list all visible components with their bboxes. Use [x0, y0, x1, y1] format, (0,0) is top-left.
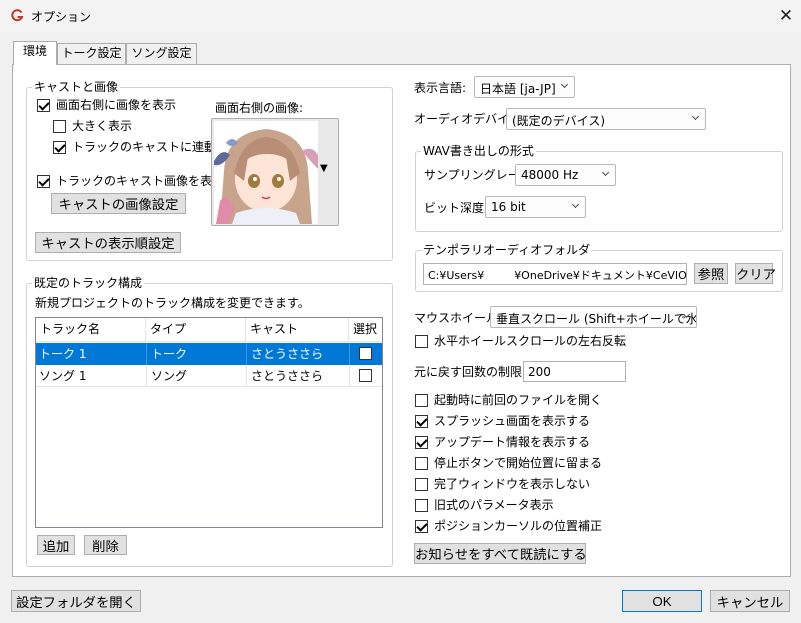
position-cursor-correction-checkbox[interactable]: [415, 520, 428, 533]
display-language-label: 表示言語:: [414, 81, 467, 95]
legacy-parameter-display-checkbox[interactable]: [415, 499, 428, 512]
temp-folder-path-rest: ¥OneDrive¥ドキュメント¥CeVIO¥Ai: [514, 269, 687, 282]
show-large-checkbox[interactable]: [53, 120, 66, 133]
position-cursor-correction-label: ポジションカーソルの位置補正: [434, 519, 603, 533]
mark-all-read-button[interactable]: お知らせをすべて既読にする: [414, 543, 587, 564]
open-last-file-checkbox[interactable]: [415, 394, 428, 407]
show-update-info-label: アップデート情報を表示する: [434, 435, 591, 449]
track-cast-cell: さとうささら: [251, 369, 324, 383]
display-language-select[interactable]: 日本語 [ja-JP]: [474, 76, 575, 98]
table-row[interactable]: ソング 1 ソング さとうささら: [36, 365, 382, 387]
track-select-checkbox[interactable]: [359, 369, 372, 382]
column-cast[interactable]: キャスト: [246, 318, 349, 342]
mouse-wheel-value: 垂直スクロール (Shift+ホイールで水平): [496, 312, 697, 326]
track-table-header: トラック名 タイプ キャスト 選択: [36, 318, 382, 342]
default-tracks-group-title: 既定のトラック構成: [32, 276, 145, 290]
chevron-down-icon: [691, 112, 700, 121]
show-update-info-checkbox[interactable]: [415, 436, 428, 449]
tab-environment[interactable]: 環境: [13, 41, 57, 65]
track-name-cell: ソング 1: [39, 369, 87, 383]
ok-button[interactable]: OK: [622, 590, 702, 612]
show-track-cast-image-label: トラックのキャスト画像を表示: [56, 174, 225, 188]
clear-folder-button[interactable]: クリア: [735, 263, 776, 284]
column-select[interactable]: 選択: [349, 318, 382, 342]
window-title: オプション: [31, 10, 92, 24]
bit-depth-value: 16 bit: [491, 200, 526, 214]
chevron-down-icon: [571, 200, 580, 209]
link-track-cast-checkbox[interactable]: [53, 141, 66, 154]
chevron-down-icon: [560, 80, 569, 89]
hide-complete-window-label: 完了ウィンドウを表示しない: [434, 477, 591, 491]
stay-at-start-label: 停止ボタンで開始位置に留まる: [434, 456, 603, 470]
show-track-cast-image-checkbox[interactable]: [37, 175, 50, 188]
temp-folder-group-title: テンポラリオーディオフォルダ: [421, 243, 593, 257]
hide-complete-window-checkbox[interactable]: [415, 478, 428, 491]
delete-track-button[interactable]: 削除: [84, 535, 127, 555]
show-splash-label: スプラッシュ画面を表示する: [434, 414, 591, 428]
tab-song-settings[interactable]: ソング設定: [126, 43, 197, 64]
show-image-right-checkbox[interactable]: [37, 99, 50, 112]
cancel-button[interactable]: キャンセル: [710, 590, 790, 612]
mouse-wheel-select[interactable]: 垂直スクロール (Shift+ホイールで水平): [490, 306, 697, 328]
sampling-rate-select[interactable]: 48000 Hz: [515, 164, 616, 186]
bit-depth-select[interactable]: 16 bit: [485, 196, 586, 218]
bit-depth-label: ビット深度:: [424, 201, 489, 215]
image-dropdown-arrow-icon[interactable]: ▼: [320, 163, 328, 174]
cast-portrait-image: [214, 121, 318, 224]
temp-folder-path-input[interactable]: C:¥Users¥ ¥OneDrive¥ドキュメント¥CeVIO¥Ai: [423, 263, 687, 285]
display-language-value: 日本語 [ja-JP]: [480, 82, 556, 96]
sampling-rate-value: 48000 Hz: [521, 168, 579, 182]
track-type-cell: トーク: [151, 347, 188, 361]
add-track-button[interactable]: 追加: [37, 535, 75, 555]
audio-device-select[interactable]: (既定のデバイス): [506, 108, 706, 130]
wav-export-group-title: WAV書き出しの形式: [421, 144, 536, 158]
default-tracks-description: 新規プロジェクトのトラック構成を変更できます。: [35, 296, 310, 310]
browse-folder-button[interactable]: 参照: [694, 263, 728, 284]
legacy-parameter-display-label: 旧式のパラメータ表示: [434, 498, 554, 512]
chevron-down-icon: [601, 168, 610, 177]
app-logo-icon: [11, 9, 24, 22]
cast-order-settings-button[interactable]: キャストの表示順設定: [35, 232, 181, 253]
undo-limit-value: 200: [528, 365, 551, 379]
column-type[interactable]: タイプ: [146, 318, 246, 342]
link-track-cast-label: トラックのキャストに連動: [72, 140, 217, 154]
mouse-wheel-label: マウスホイール:: [414, 311, 503, 325]
title-bar: [0, 0, 801, 32]
audio-device-value: (既定のデバイス): [512, 114, 606, 128]
hscroll-invert-checkbox[interactable]: [415, 335, 428, 348]
undo-limit-input[interactable]: 200: [523, 361, 626, 382]
column-track-name[interactable]: トラック名: [36, 318, 146, 342]
show-large-label: 大きく表示: [72, 119, 133, 133]
track-select-checkbox[interactable]: [359, 347, 372, 360]
show-splash-checkbox[interactable]: [415, 415, 428, 428]
close-icon[interactable]: ✕: [776, 6, 796, 26]
tab-talk-settings[interactable]: トーク設定: [57, 43, 126, 64]
track-name-cell: トーク 1: [39, 347, 87, 361]
track-type-cell: ソング: [151, 369, 188, 383]
temp-folder-path-prefix: C:¥Users¥: [428, 269, 485, 282]
stay-at-start-checkbox[interactable]: [415, 457, 428, 470]
cast-image-group-title: キャストと画像: [32, 80, 121, 94]
hscroll-invert-label: 水平ホイールスクロールの左右反転: [434, 334, 627, 348]
undo-limit-label: 元に戻す回数の制限:: [414, 365, 527, 379]
track-table: トラック名 タイプ キャスト 選択 トーク 1 トーク さとうささら ソング 1…: [35, 317, 383, 528]
right-image-label: 画面右側の画像:: [215, 101, 304, 115]
open-settings-folder-button[interactable]: 設定フォルダを開く: [11, 590, 141, 612]
show-image-right-label: 画面右側に画像を表示: [56, 98, 177, 112]
cast-image-settings-button[interactable]: キャストの画像設定: [51, 193, 186, 214]
track-cast-cell: さとうささら: [251, 347, 324, 361]
open-last-file-label: 起動時に前回のファイルを開く: [434, 393, 603, 407]
table-row[interactable]: トーク 1 トーク さとうささら: [36, 343, 382, 365]
